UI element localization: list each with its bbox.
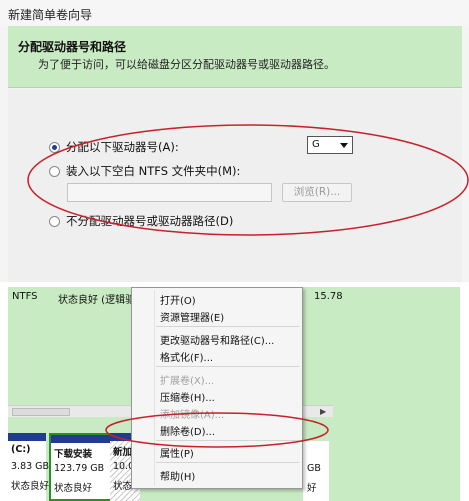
no-drive-letter-radio[interactable]: [49, 215, 60, 227]
menu-item-help[interactable]: 帮助(H): [160, 468, 195, 483]
wizard-header-title: 分配驱动器号和路径: [18, 40, 127, 54]
menu-item-add-mirror: 添加镜像(A)...: [160, 410, 225, 421]
right-partition-status: 好: [307, 483, 317, 494]
partition-status: 状态良好: [11, 481, 50, 492]
mount-folder-option[interactable]: 装入以下空白 NTFS 文件夹中(M):: [49, 163, 240, 179]
menu-separator: [156, 366, 299, 367]
mount-folder-label: 装入以下空白 NTFS 文件夹中(M):: [66, 164, 241, 178]
menu-separator: [156, 462, 299, 463]
menu-item-change-drive-letter[interactable]: 更改驱动器号和路径(C)...: [160, 332, 274, 347]
partition-name: 新加: [113, 447, 133, 458]
menu-separator: [156, 440, 299, 441]
menu-item-delete-volume[interactable]: 删除卷(D)...: [160, 423, 215, 438]
menu-item-format[interactable]: 格式化(F)...: [160, 349, 213, 364]
menu-item-extend-volume: 扩展卷(X)...: [160, 376, 215, 387]
partition-name: (C:): [11, 444, 31, 455]
assign-drive-letter-label: 分配以下驱动器号(A):: [66, 140, 179, 154]
partition-bar: [51, 435, 113, 443]
wizard-header: 分配驱动器号和路径 为了便于访问，可以给磁盘分区分配驱动器号或驱动器路径。: [8, 26, 462, 88]
menu-item-explorer[interactable]: 资源管理器(E): [160, 309, 224, 324]
partition-bar: [8, 433, 46, 441]
drive-letter-value: G: [312, 139, 320, 150]
menu-item-open[interactable]: 打开(O): [160, 292, 196, 307]
scrollbar-thumb[interactable]: [12, 408, 70, 416]
assign-drive-letter-radio[interactable]: [49, 141, 60, 153]
partition-name: 下载安装: [54, 449, 93, 460]
volume-filesystem: NTFS: [12, 291, 38, 302]
no-drive-letter-label: 不分配驱动器号或驱动器路径(D): [66, 214, 234, 228]
partition-size: 3.83 GB: [11, 461, 50, 472]
volume-size: 15.78: [314, 291, 343, 302]
partition-status: 状态良好: [54, 483, 93, 494]
menu-item-shrink-volume[interactable]: 压缩卷(H)...: [160, 389, 215, 404]
drive-letter-select[interactable]: G: [307, 136, 353, 154]
volume-context-menu: 打开(O) 资源管理器(E) 更改驱动器号和路径(C)... 格式化(F)...…: [131, 287, 303, 489]
right-partition[interactable]: GB 好: [303, 441, 329, 501]
mount-folder-radio[interactable]: [49, 165, 60, 177]
menu-gutter: [154, 290, 155, 486]
partition-size: 123.79 GB: [54, 463, 105, 474]
menu-separator: [156, 326, 299, 327]
partition-status: 状态: [113, 481, 133, 492]
no-drive-letter-option[interactable]: 不分配驱动器号或驱动器路径(D): [49, 213, 233, 229]
folder-path-input[interactable]: [67, 183, 272, 202]
assign-drive-letter-option[interactable]: 分配以下驱动器号(A):: [49, 139, 179, 155]
scroll-right-icon[interactable]: ▶: [320, 407, 326, 416]
new-simple-volume-wizard: 新建简单卷向导 分配驱动器号和路径 为了便于访问，可以给磁盘分区分配驱动器号或驱…: [0, 0, 469, 282]
partition-download[interactable]: 下载安装 123.79 GB 状态良好: [49, 433, 115, 501]
window-titlebar: 新建简单卷向导: [0, 0, 469, 26]
partition-c[interactable]: (C:) 3.83 GB 状态良好: [8, 433, 50, 501]
browse-button[interactable]: 浏览(R)...: [282, 183, 352, 202]
menu-item-properties[interactable]: 属性(P): [160, 445, 194, 460]
wizard-header-description: 为了便于访问，可以给磁盘分区分配驱动器号或驱动器路径。: [38, 58, 335, 71]
right-partition-size: GB: [307, 463, 321, 474]
window-title: 新建简单卷向导: [8, 8, 93, 22]
